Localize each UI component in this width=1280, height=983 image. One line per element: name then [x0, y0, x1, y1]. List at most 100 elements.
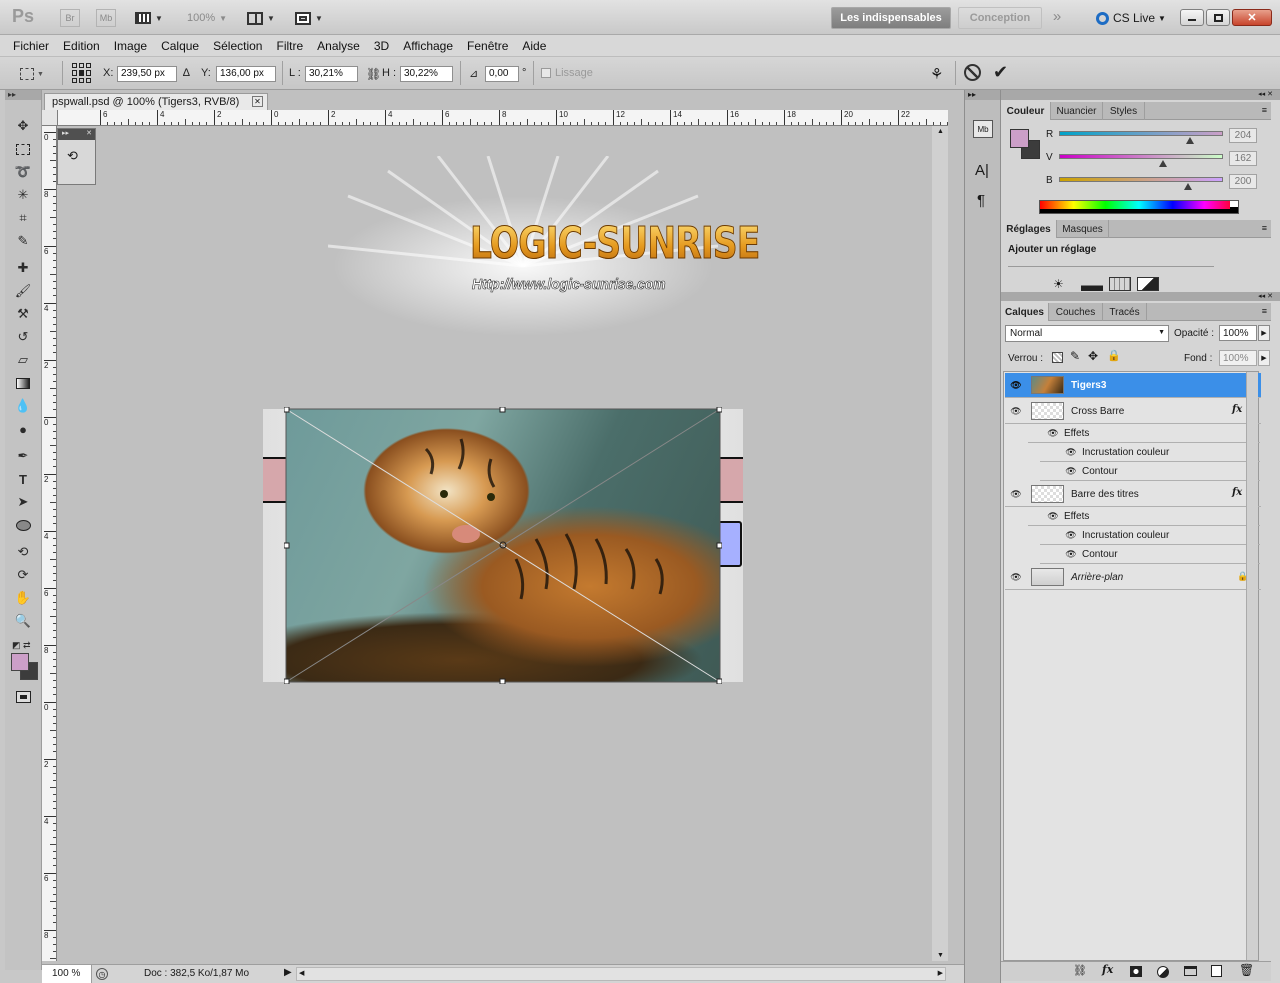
expand-icon[interactable]: ▸▸	[62, 129, 69, 140]
zoom-status-field[interactable]: 100 %	[42, 965, 92, 983]
workspace-design-button[interactable]: Conception	[958, 7, 1042, 29]
visibility-eye-icon[interactable]: 👁	[1046, 428, 1060, 438]
channel-r-value[interactable]: 204	[1229, 128, 1257, 143]
menu-calque[interactable]: Calque	[154, 39, 206, 53]
scroll-left-icon[interactable]: ◀	[299, 969, 304, 977]
effects-row[interactable]: 👁 Effets	[1028, 507, 1260, 526]
visibility-eye-icon[interactable]: 👁	[1064, 447, 1078, 457]
lasso-tool-icon[interactable]: ➰	[12, 162, 34, 182]
new-adjustment-icon[interactable]	[1157, 966, 1169, 978]
panel-menu-icon[interactable]: ≡	[1262, 306, 1267, 316]
layer-row-tigers3[interactable]: 👁 Tigers3	[1005, 373, 1261, 398]
lock-position-icon[interactable]: ✥	[1088, 349, 1098, 363]
lock-transparency-icon[interactable]	[1052, 352, 1063, 363]
more-workspaces-button[interactable]: »	[1046, 7, 1068, 25]
blur-tool-icon[interactable]: 💧	[12, 396, 34, 416]
visibility-eye-icon[interactable]: 👁	[1064, 549, 1078, 559]
tab-calques[interactable]: Calques	[1001, 303, 1049, 321]
status-menu-arrow-icon[interactable]: ▶	[284, 967, 292, 978]
add-mask-icon[interactable]	[1130, 966, 1142, 977]
layer-row-barre-des-titres[interactable]: 👁 Barre des titres fx ▲	[1005, 482, 1261, 507]
quick-selection-tool-icon[interactable]: ✳	[12, 185, 34, 205]
history-icon[interactable]: ⟲	[67, 148, 87, 168]
channel-r-thumb[interactable]	[1186, 137, 1195, 144]
menu-image[interactable]: Image	[107, 39, 154, 53]
vertical-scrollbar[interactable]: ▲ ▼	[932, 126, 948, 961]
foreground-color-swatch[interactable]	[11, 653, 29, 671]
commit-transform-icon[interactable]: ✔	[993, 62, 1008, 83]
visibility-eye-icon[interactable]: 👁	[1064, 466, 1078, 476]
exposure-adjustment-icon[interactable]	[1137, 277, 1159, 291]
clone-stamp-tool-icon[interactable]: ⚒	[12, 304, 34, 324]
scroll-down-icon[interactable]: ▼	[937, 952, 944, 959]
document-tab[interactable]: pspwall.psd @ 100% (Tigers3, RVB/8) ✕	[44, 93, 268, 110]
color-spectrum-bar[interactable]	[1039, 200, 1239, 214]
tab-couches[interactable]: Couches	[1049, 303, 1103, 321]
effect-color-overlay-row[interactable]: 👁 Incrustation couleur	[1040, 526, 1260, 545]
visibility-eye-icon[interactable]: 👁	[1009, 406, 1023, 416]
layers-scrollbar[interactable]	[1246, 372, 1258, 960]
eraser-tool-icon[interactable]: ▱	[12, 350, 34, 370]
blend-mode-dropdown[interactable]: Normal ▼	[1005, 325, 1169, 342]
warp-mode-icon[interactable]: ⚘	[930, 65, 943, 83]
layer-effects-icon[interactable]: fx	[1232, 487, 1242, 498]
tab-traces[interactable]: Tracés	[1103, 303, 1147, 321]
gradient-tool-icon[interactable]	[12, 373, 34, 393]
channel-b-value[interactable]: 200	[1229, 174, 1257, 189]
floating-panel-header[interactable]: ▸▸ ✕	[58, 129, 95, 140]
rotation-angle-input[interactable]: 0,00	[485, 66, 519, 82]
menu-fenetre[interactable]: Fenêtre	[460, 39, 515, 53]
arrange-documents-button[interactable]: ▼	[244, 9, 278, 27]
effect-stroke-row[interactable]: 👁 Contour	[1040, 545, 1260, 564]
brush-tool-icon[interactable]: 🖌	[12, 281, 34, 301]
channel-b-slider[interactable]	[1059, 177, 1223, 182]
visibility-eye-icon[interactable]: 👁	[1009, 572, 1023, 582]
smooth-checkbox[interactable]	[541, 68, 551, 78]
height-scale-input[interactable]: 30,22%	[400, 66, 453, 82]
tool-preset-picker[interactable]: ▼	[20, 66, 48, 82]
tab-reglages[interactable]: Réglages	[1001, 220, 1057, 238]
free-transform-box[interactable]	[284, 407, 722, 684]
channel-v-value[interactable]: 162	[1229, 151, 1257, 166]
path-selection-tool-icon[interactable]: ➤	[12, 492, 34, 512]
visibility-eye-icon[interactable]: 👁	[1009, 489, 1023, 499]
view-extras-button[interactable]: ▼	[132, 9, 166, 27]
shape-tool-icon[interactable]	[12, 515, 34, 535]
menu-3d[interactable]: 3D	[367, 39, 396, 53]
menu-fichier[interactable]: Fichier	[6, 39, 56, 53]
menu-edition[interactable]: Edition	[56, 39, 107, 53]
bridge-button[interactable]: Br	[60, 9, 80, 27]
visibility-eye-icon[interactable]: 👁	[1064, 530, 1078, 540]
cs-live-button[interactable]: CS Live ▼	[1094, 9, 1168, 27]
effect-color-overlay-row[interactable]: 👁 Incrustation couleur	[1040, 443, 1260, 462]
lock-all-icon[interactable]: 🔒	[1107, 349, 1121, 362]
minimize-button[interactable]	[1180, 9, 1204, 26]
move-tool-icon[interactable]: ✥	[12, 116, 34, 136]
menu-selection[interactable]: Sélection	[206, 39, 269, 53]
crop-tool-icon[interactable]: ⌗	[12, 208, 34, 228]
zoom-level-dropdown[interactable]: 100% ▼	[182, 9, 232, 27]
width-scale-input[interactable]: 30,21%	[305, 66, 358, 82]
history-brush-tool-icon[interactable]: ↺	[12, 327, 34, 347]
menu-filtre[interactable]: Filtre	[269, 39, 310, 53]
tab-nuancier[interactable]: Nuancier	[1051, 102, 1103, 120]
panel-group-collapse[interactable]: ◂◂ ✕	[1001, 90, 1280, 100]
visibility-eye-icon[interactable]: 👁	[1046, 511, 1060, 521]
workspace-essentials-button[interactable]: Les indispensables	[831, 7, 951, 29]
tab-styles[interactable]: Styles	[1103, 102, 1145, 120]
opacity-input[interactable]: 100%	[1219, 325, 1257, 341]
link-layers-icon[interactable]: ⛓	[1073, 964, 1087, 977]
visibility-eye-icon[interactable]: 👁	[1009, 380, 1023, 390]
channel-v-thumb[interactable]	[1159, 160, 1168, 167]
opacity-arrow-icon[interactable]: ▶	[1258, 325, 1270, 341]
status-info-icon[interactable]: ◷	[96, 968, 108, 980]
layer-row-cross-barre[interactable]: 👁 Cross Barre fx ▲	[1005, 399, 1261, 424]
expand-dock-icon[interactable]: ▸▸	[965, 90, 1000, 100]
character-panel-icon[interactable]: A|	[975, 162, 989, 179]
ruler-origin[interactable]	[42, 110, 58, 126]
delete-layer-icon[interactable]: 🗑	[1239, 963, 1254, 977]
brightness-adjustment-icon[interactable]: ☀	[1053, 277, 1075, 291]
3d-rotate-tool-icon[interactable]: ⟲	[12, 542, 34, 562]
zoom-tool-icon[interactable]: 🔍	[12, 611, 34, 631]
curves-adjustment-icon[interactable]	[1109, 277, 1131, 291]
